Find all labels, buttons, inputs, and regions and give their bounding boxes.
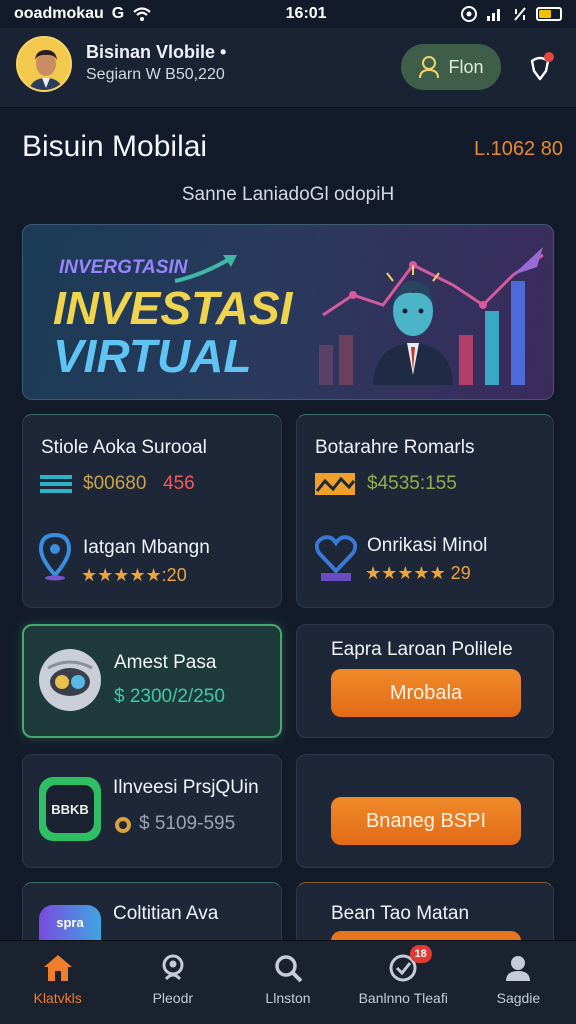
arrow-up-icon: [174, 255, 237, 283]
card-price: $ 2300/2/250: [114, 686, 225, 707]
investasi-virtual-banner[interactable]: INVERGTASIN INVESTASI VIRTUAL: [22, 224, 554, 400]
page-title: Bisuin Mobilai: [22, 130, 208, 163]
clock: 16:01: [285, 5, 327, 22]
search-icon: [275, 955, 303, 983]
card-price: $00680: [83, 473, 147, 494]
banner-title-line1: INVESTASI: [53, 282, 293, 334]
investment-card[interactable]: Stiole Aoka Surooal $00680 456 Iatgan Mb…: [22, 414, 282, 608]
card-title: Amest Pasa: [114, 652, 217, 673]
banner-small-title: INVERGTASIN: [59, 257, 188, 278]
battery-icon: [535, 7, 562, 21]
user-subtitle: Segiarn W B50,220: [86, 66, 225, 83]
card-price-change: 456: [163, 473, 195, 494]
bottom-tab-bar: Klatvkls Pleodr Llnston 18 Banlnno Tleaf…: [0, 940, 576, 1024]
tab-search[interactable]: Llnston: [230, 941, 345, 1024]
card-title: Ilnveesi PrsjQUin: [113, 777, 259, 798]
button-label: Mrobala: [389, 681, 463, 704]
status-bar: ooadmokau G 16:01: [0, 0, 576, 28]
zigzag-chart-icon: [315, 473, 355, 495]
map-pin-icon: [39, 533, 71, 581]
bbkb-app-icon: BBKB: [39, 777, 101, 841]
location-icon: [460, 6, 477, 22]
mrobala-button[interactable]: Mrobala: [331, 669, 521, 717]
card-price: $ 5109-595: [139, 813, 236, 834]
carrier-label: ooadmokau: [14, 5, 104, 22]
card-rating: ★★★★★:20: [81, 565, 187, 585]
user-search-icon: [162, 954, 184, 981]
investment-card[interactable]: Bnaneg BSPI: [296, 754, 554, 868]
tab-label: Klatvkls: [33, 990, 82, 1006]
notification-dot: [544, 52, 554, 62]
tab-label: Sagdie: [496, 990, 541, 1006]
page-value: L.1062 80: [474, 138, 563, 160]
app-header: Bisinan Vlobile • Segiarn W B50,220 Flon: [0, 28, 576, 108]
button-label: Bnaneg BSPI: [365, 809, 487, 832]
coin-icon: [115, 817, 131, 833]
card-subtitle: Onrikasi Minol: [367, 535, 488, 556]
investment-card[interactable]: Eapra Laroan Polilele Mrobala: [296, 624, 554, 738]
card-subtitle: Iatgan Mbangn: [83, 537, 210, 558]
tab-label: Pleodr: [152, 990, 194, 1006]
vr-headset-icon: [39, 649, 101, 711]
wifi-icon: [133, 7, 151, 21]
notification-button[interactable]: [522, 50, 558, 86]
person-icon: [419, 56, 440, 79]
card-title: Eapra Laroan Polilele: [331, 639, 513, 660]
tab-banlnno[interactable]: 18 Banlnno Tleafi: [346, 941, 461, 1024]
profile-icon: [506, 956, 531, 981]
carrier-g-label: G: [111, 5, 125, 22]
card-price: $4535:155: [367, 473, 457, 494]
bnaneg-bspi-button[interactable]: Bnaneg BSPI: [331, 797, 521, 845]
tab-label: Llnston: [265, 990, 311, 1006]
card-title: Bean Tao Matan: [331, 903, 470, 924]
heart-badge-icon: [315, 535, 357, 581]
investor-chart-illustration: [319, 247, 544, 385]
tab-pleodr[interactable]: Pleodr: [115, 941, 230, 1024]
investment-card[interactable]: Botarahre Romarls $4535:155 Onrikasi Min…: [296, 414, 554, 608]
card-title: Botarahre Romarls: [315, 437, 475, 458]
investment-card[interactable]: BBKB Ilnveesi PrsjQUin $ 5109-595: [22, 754, 282, 868]
investment-card[interactable]: Amest Pasa $ 2300/2/250: [22, 624, 282, 738]
home-icon: [43, 955, 72, 981]
page-tagline: Sanne LaniadoGl odopiH: [181, 184, 395, 205]
card-title: Stiole Aoka Surooal: [41, 437, 207, 458]
profile-button[interactable]: Flon: [401, 44, 501, 90]
tab-label: Banlnno Tleafi: [358, 990, 448, 1006]
tab-badge: 18: [409, 945, 432, 963]
card-rating: ★★★★★ 29: [365, 563, 471, 583]
data-icon: [514, 7, 526, 21]
signal-icon: [486, 9, 500, 21]
card-title: Coltitian Ava: [113, 903, 219, 924]
stack-lines-icon: [40, 475, 72, 493]
tab-home[interactable]: Klatvkls: [0, 941, 115, 1024]
user-portrait-icon: [18, 38, 70, 90]
avatar[interactable]: [16, 36, 72, 92]
tab-profile[interactable]: Sagdie: [461, 941, 576, 1024]
profile-button-label: Flon: [448, 56, 484, 77]
banner-title-line2: VIRTUAL: [53, 330, 252, 382]
user-name: Bisinan Vlobile •: [86, 42, 227, 62]
